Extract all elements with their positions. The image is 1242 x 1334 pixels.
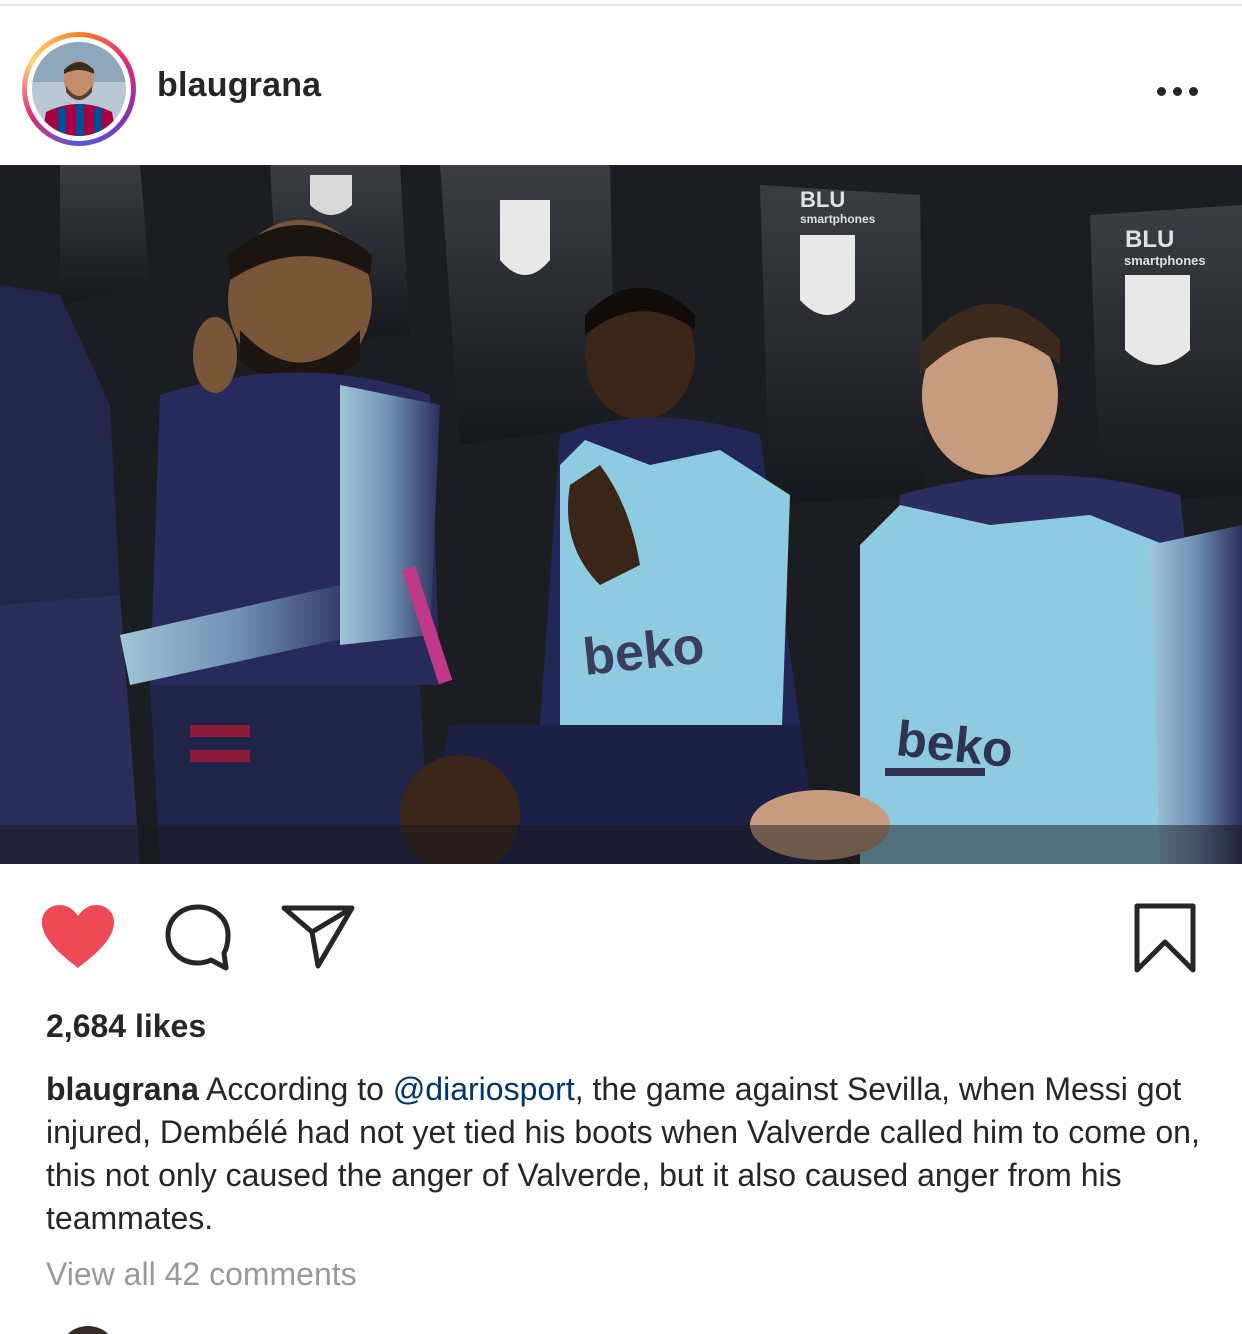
caption-mention-link[interactable]: @diariosport xyxy=(393,1071,575,1107)
more-options-icon xyxy=(1156,86,1166,96)
seat-sponsor-sub: smartphones xyxy=(800,212,876,226)
seat-sponsor: BLU xyxy=(800,187,845,212)
more-options-icon-dot xyxy=(1172,86,1182,96)
bookmark-icon[interactable] xyxy=(1132,902,1198,974)
heart-filled-icon[interactable] xyxy=(40,904,116,970)
profile-photo-avatar xyxy=(32,42,126,136)
post-image[interactable]: BLU smartphones BLU smartphones beko bek… xyxy=(0,165,1242,864)
instagram-post-screen: blaugrana BLU smartphones BLU smartphone… xyxy=(0,0,1242,1334)
send-icon[interactable] xyxy=(280,904,356,970)
view-all-comments-link[interactable]: View all 42 comments xyxy=(46,1256,357,1293)
next-comment-avatar[interactable] xyxy=(58,1326,118,1334)
seat-sponsor-2: BLU xyxy=(1125,226,1174,253)
story-ring[interactable] xyxy=(22,32,136,146)
post-action-bar xyxy=(0,880,1242,990)
more-options-icon-dot xyxy=(1188,86,1198,96)
avatar[interactable] xyxy=(32,42,126,136)
post-header: blaugrana xyxy=(0,6,1242,164)
post-caption: blaugrana According to @diariosport, the… xyxy=(46,1068,1206,1240)
likes-count[interactable]: 2,684 likes xyxy=(46,1008,206,1045)
seat-sponsor-sub-2: smartphones xyxy=(1124,253,1206,268)
caption-text-before: According to xyxy=(198,1071,393,1107)
bench-players-photo: BLU smartphones BLU smartphones beko bek… xyxy=(0,165,1242,864)
avatar-border xyxy=(27,37,131,141)
caption-username[interactable]: blaugrana xyxy=(46,1071,199,1107)
more-options-button[interactable] xyxy=(1148,78,1206,104)
post-username[interactable]: blaugrana xyxy=(157,66,321,105)
comment-bubble-icon[interactable] xyxy=(162,902,234,972)
